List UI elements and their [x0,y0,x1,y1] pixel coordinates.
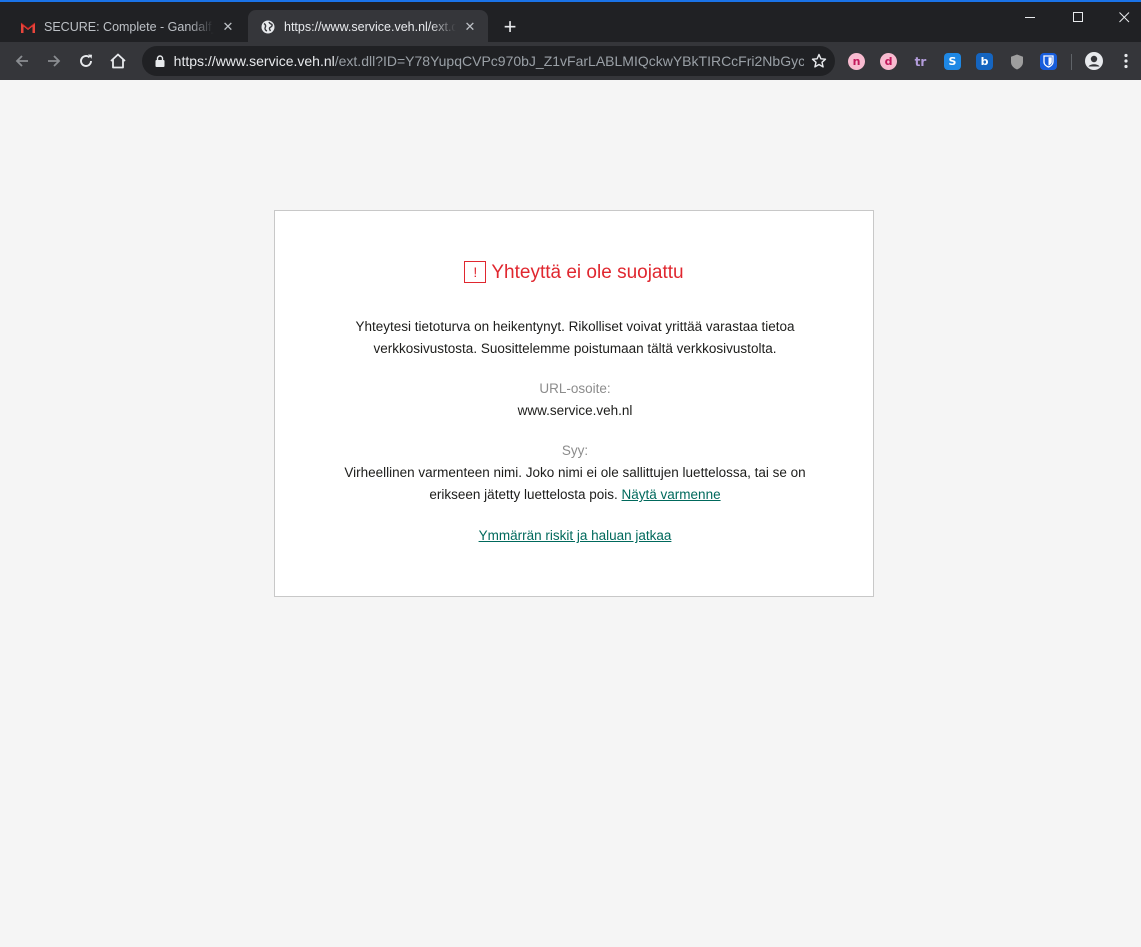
b-extension-icon[interactable]: b [976,53,993,70]
warning-heading: ! Yhteyttä ei ole suojattu [275,261,873,284]
accept-risk-continue-link[interactable]: Ymmärrän riskit ja haluan jatkaa [479,528,672,543]
browser-toolbar: https://www.service.veh.nl/ext.dll?ID=Y7… [0,42,1141,80]
extension-glyph: b [980,55,989,68]
warning-title: Yhteyttä ei ole suojattu [491,262,684,283]
tab-service-veh[interactable]: https://www.service.veh.nl/ext.dll ✕ [248,10,488,44]
extension-glyph: n [852,55,861,68]
address-path: /ext.dll?ID=Y78YupqCVPc970bJ_Z1vFarLABLM… [334,53,804,69]
profile-avatar-icon[interactable] [1080,47,1108,75]
security-warning-card: ! Yhteyttä ei ole suojattu Yhteytesi tie… [274,210,874,597]
new-tab-button[interactable]: + [498,16,522,40]
s-extension-icon[interactable]: S [944,53,961,70]
reason-label: Syy: [561,443,589,458]
lock-icon[interactable] [152,53,168,69]
url-label: URL-osoite: [539,381,611,396]
tab-secure-complete[interactable]: SECURE: Complete - Gandalf_The ✕ [8,10,246,44]
description-line: Yhteytesi tietoturva on heikentynyt. Rik… [355,319,795,334]
tab-title: SECURE: Complete - Gandalf_The [44,20,214,34]
toolbar-separator [1071,54,1072,70]
menu-kebab-icon[interactable] [1112,47,1140,75]
tab-strip: SECURE: Complete - Gandalf_The ✕ https:/… [0,0,1141,44]
reason-section: Syy: Virheellinen varmenteen nimi. Joko … [325,440,825,506]
extension-glyph: S [948,55,957,68]
tab-close-icon[interactable]: ✕ [220,19,236,35]
tab-close-icon[interactable]: ✕ [462,19,478,35]
bitwarden-icon[interactable] [1040,53,1057,70]
extension-glyph: tr [914,54,927,69]
gmail-icon [20,19,36,35]
bookmark-star-icon[interactable] [804,46,835,76]
minimize-icon[interactable] [1007,2,1053,32]
tab-title: https://www.service.veh.nl/ext.dll [284,20,456,34]
reason-line: erikseen jätetty luettelosta pois. Näytä… [325,484,825,506]
reload-icon[interactable] [72,47,100,75]
address-host: https://www.service.veh.nl [173,53,335,69]
warning-exclamation-icon: ! [464,261,487,283]
d-extension-icon[interactable]: d [880,53,897,70]
globe-icon [260,19,276,35]
forward-icon[interactable] [40,47,68,75]
home-icon[interactable] [104,47,132,75]
reason-line-text: erikseen jätetty luettelosta pois. [429,487,618,502]
reason-line: Virheellinen varmenteen nimi. Joko nimi … [344,465,806,480]
address-bar[interactable]: https://www.service.veh.nl/ext.dll?ID=Y7… [142,46,835,76]
n-extension-icon[interactable]: n [848,53,865,70]
url-section: URL-osoite: www.service.veh.nl [325,378,825,422]
back-icon[interactable] [8,47,36,75]
show-certificate-link[interactable]: Näytä varmenne [622,487,721,502]
description-line: verkkosivustosta. Suosittelemme poistuma… [373,341,777,356]
url-value: www.service.veh.nl [517,403,633,418]
warning-description: Yhteytesi tietoturva on heikentynyt. Rik… [325,316,825,360]
tr-extension-icon[interactable]: tr [912,53,929,70]
continue-section: Ymmärrän riskit ja haluan jatkaa [325,525,825,547]
page-content: ! Yhteyttä ei ole suojattu Yhteytesi tie… [0,80,1141,947]
address-url[interactable]: https://www.service.veh.nl/ext.dll?ID=Y7… [174,53,804,69]
extension-glyph: d [884,55,893,68]
close-window-icon[interactable] [1101,2,1141,32]
shield-extension-icon[interactable] [1008,53,1025,70]
maximize-icon[interactable] [1055,2,1101,32]
